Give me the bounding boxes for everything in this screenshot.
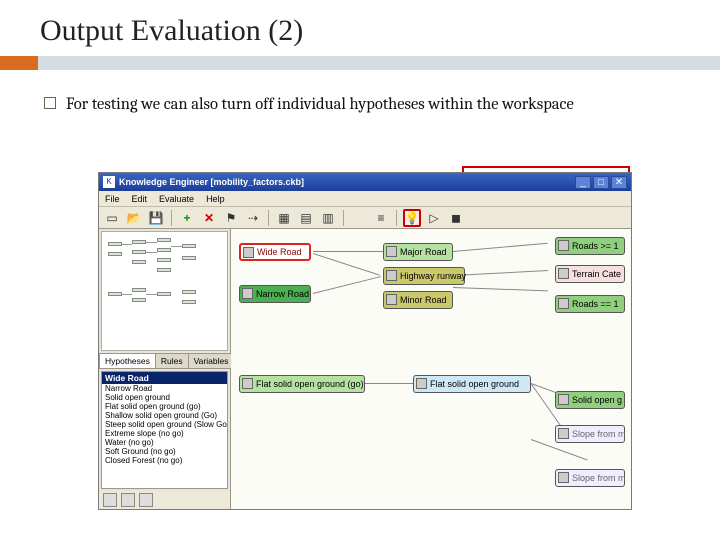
open-icon[interactable]: 📂 bbox=[125, 209, 143, 227]
graph-canvas[interactable]: Wide Road Narrow Road Flat solid open gr… bbox=[231, 229, 631, 509]
node-label: Narrow Road bbox=[256, 289, 309, 299]
node-label: Wide Road bbox=[257, 247, 302, 257]
node-label: Major Road bbox=[400, 247, 447, 257]
node-terrain-cat[interactable]: Terrain Cate bbox=[555, 265, 625, 283]
play-icon[interactable]: ▷ bbox=[425, 209, 443, 227]
bullet-item: For testing we can also turn off individ… bbox=[0, 70, 720, 119]
node-icon bbox=[386, 294, 397, 305]
list-item[interactable]: Shallow solid open ground (Go) bbox=[102, 411, 227, 420]
sidebar-tabs: Hypotheses Rules Variables bbox=[99, 353, 230, 369]
window-title: Knowledge Engineer [mobility_factors.ckb… bbox=[119, 177, 575, 187]
hypotheses-list[interactable]: Wide Road Narrow Road Solid open ground … bbox=[101, 371, 228, 489]
list-item[interactable]: Narrow Road bbox=[102, 384, 227, 393]
list-item[interactable]: Water (no go) bbox=[102, 438, 227, 447]
tab-variables[interactable]: Variables bbox=[188, 353, 235, 368]
node-minor-road[interactable]: Minor Road bbox=[383, 291, 453, 309]
list-item[interactable]: Steep solid open ground (Slow Go) bbox=[102, 420, 227, 429]
node-roads-gt1[interactable]: Roads >= 1 bbox=[555, 237, 625, 255]
sidebar: Hypotheses Rules Variables Wide Road Nar… bbox=[99, 229, 231, 509]
overview-panel[interactable] bbox=[101, 231, 228, 351]
node-label: Flat solid open ground bbox=[430, 379, 519, 389]
list-item[interactable]: Soft Ground (no go) bbox=[102, 447, 227, 456]
new-icon[interactable]: ▭ bbox=[103, 209, 121, 227]
node-highway[interactable]: Highway runway bbox=[383, 267, 465, 285]
minimize-button[interactable]: _ bbox=[575, 176, 591, 189]
accent-bar bbox=[0, 56, 720, 70]
node-narrow-road[interactable]: Narrow Road bbox=[239, 285, 311, 303]
node-major-road[interactable]: Major Road bbox=[383, 243, 453, 261]
node-icon bbox=[558, 428, 569, 439]
node-icon bbox=[242, 288, 253, 299]
palette-icon[interactable] bbox=[350, 209, 368, 227]
layers-icon[interactable]: ▦ bbox=[275, 209, 293, 227]
node-icon bbox=[243, 247, 254, 258]
node-icon bbox=[242, 378, 253, 389]
node-label: Solid open g bbox=[572, 395, 622, 405]
node-icon bbox=[558, 472, 569, 483]
link-icon[interactable]: ⇢ bbox=[244, 209, 262, 227]
flag-icon[interactable]: ⚑ bbox=[222, 209, 240, 227]
list-item[interactable]: Solid open ground bbox=[102, 393, 227, 402]
node-label: Terrain Cate bbox=[572, 269, 621, 279]
menu-file[interactable]: File bbox=[105, 194, 120, 204]
menubar: File Edit Evaluate Help bbox=[99, 191, 631, 207]
stop-icon[interactable]: ◼ bbox=[447, 209, 465, 227]
menu-help[interactable]: Help bbox=[206, 194, 225, 204]
node-wide-road[interactable]: Wide Road bbox=[239, 243, 311, 261]
node-icon bbox=[558, 298, 569, 309]
node-icon bbox=[558, 268, 569, 279]
node-label: Highway runway bbox=[400, 271, 466, 281]
menu-evaluate[interactable]: Evaluate bbox=[159, 194, 194, 204]
app-icon: K bbox=[103, 176, 115, 188]
list-item[interactable]: Flat solid open ground (go) bbox=[102, 402, 227, 411]
node-solid-open-g[interactable]: Solid open g bbox=[555, 391, 625, 409]
grid-icon[interactable]: ▥ bbox=[319, 209, 337, 227]
node-icon bbox=[386, 246, 397, 257]
footer-btn-2[interactable] bbox=[121, 493, 135, 507]
save-icon[interactable]: 💾 bbox=[147, 209, 165, 227]
delete-icon[interactable]: ✕ bbox=[200, 209, 218, 227]
maximize-button[interactable]: □ bbox=[593, 176, 609, 189]
node-roads-eq1[interactable]: Roads == 1 bbox=[555, 295, 625, 313]
node-label: Roads == 1 bbox=[572, 299, 619, 309]
turn-off-node-tool[interactable]: 💡 bbox=[403, 209, 421, 227]
node-label: Roads >= 1 bbox=[572, 241, 619, 251]
footer-btn-1[interactable] bbox=[103, 493, 117, 507]
sidebar-footer bbox=[99, 491, 230, 509]
node-slope-m2[interactable]: Slope from m bbox=[555, 469, 625, 487]
node-label: Slope from m bbox=[572, 473, 626, 483]
close-button[interactable]: ✕ bbox=[611, 176, 627, 189]
node-slope-m1[interactable]: Slope from m bbox=[555, 425, 625, 443]
titlebar: K Knowledge Engineer [mobility_factors.c… bbox=[99, 173, 631, 191]
node-icon bbox=[386, 270, 397, 281]
plus-icon[interactable]: + bbox=[178, 209, 196, 227]
node-label: Slope from m bbox=[572, 429, 626, 439]
bullet-text: For testing we can also turn off individ… bbox=[66, 94, 574, 115]
toolbar: ▭ 📂 💾 + ✕ ⚑ ⇢ ▦ ▤ ▥ ≡ 💡 ▷ ◼ bbox=[99, 207, 631, 229]
node-flat-go[interactable]: Flat solid open ground (go) bbox=[239, 375, 365, 393]
footer-btn-3[interactable] bbox=[139, 493, 153, 507]
list-item[interactable]: Closed Forest (no go) bbox=[102, 456, 227, 465]
list-selected[interactable]: Wide Road bbox=[102, 372, 227, 384]
tab-rules[interactable]: Rules bbox=[155, 353, 189, 368]
list-item[interactable]: Extreme slope (no go) bbox=[102, 429, 227, 438]
node-flat-open[interactable]: Flat solid open ground bbox=[413, 375, 531, 393]
node-icon bbox=[558, 240, 569, 251]
app-window: K Knowledge Engineer [mobility_factors.c… bbox=[98, 172, 632, 510]
tab-hypotheses[interactable]: Hypotheses bbox=[99, 353, 156, 368]
chart-icon[interactable]: ▤ bbox=[297, 209, 315, 227]
node-icon bbox=[416, 378, 427, 389]
node-icon bbox=[558, 394, 569, 405]
equals-icon[interactable]: ≡ bbox=[372, 209, 390, 227]
node-label: Minor Road bbox=[400, 295, 447, 305]
menu-edit[interactable]: Edit bbox=[132, 194, 148, 204]
slide-title: Output Evaluation (2) bbox=[0, 0, 720, 56]
bullet-marker bbox=[44, 97, 56, 109]
node-label: Flat solid open ground (go) bbox=[256, 379, 364, 389]
